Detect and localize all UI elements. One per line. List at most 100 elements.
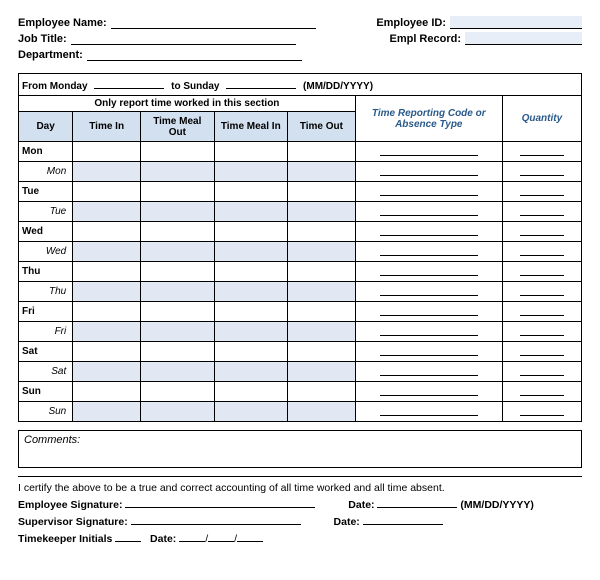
time-cell[interactable] bbox=[141, 402, 214, 422]
time-cell[interactable] bbox=[73, 162, 141, 182]
qty-cell[interactable] bbox=[502, 242, 581, 262]
emp-date-input[interactable] bbox=[377, 497, 457, 508]
code-cell[interactable] bbox=[355, 182, 502, 202]
time-cell[interactable] bbox=[288, 262, 356, 282]
time-cell[interactable] bbox=[73, 302, 141, 322]
time-cell[interactable] bbox=[214, 382, 287, 402]
tk-initials-input[interactable] bbox=[115, 531, 141, 542]
time-cell[interactable] bbox=[288, 242, 356, 262]
time-cell[interactable] bbox=[141, 242, 214, 262]
time-cell[interactable] bbox=[73, 322, 141, 342]
tk-date-mm[interactable] bbox=[179, 531, 205, 542]
time-cell[interactable] bbox=[288, 382, 356, 402]
tk-date-yy[interactable] bbox=[237, 531, 263, 542]
code-cell[interactable] bbox=[355, 362, 502, 382]
time-cell[interactable] bbox=[214, 282, 287, 302]
time-cell[interactable] bbox=[288, 322, 356, 342]
time-cell[interactable] bbox=[214, 202, 287, 222]
time-cell[interactable] bbox=[141, 342, 214, 362]
time-cell[interactable] bbox=[214, 322, 287, 342]
time-cell[interactable] bbox=[288, 282, 356, 302]
qty-cell[interactable] bbox=[502, 362, 581, 382]
emp-sig-input[interactable] bbox=[125, 497, 315, 508]
qty-cell[interactable] bbox=[502, 402, 581, 422]
qty-cell[interactable] bbox=[502, 162, 581, 182]
time-cell[interactable] bbox=[288, 142, 356, 162]
employee-name-input[interactable] bbox=[111, 16, 316, 29]
qty-cell[interactable] bbox=[502, 302, 581, 322]
time-cell[interactable] bbox=[141, 282, 214, 302]
time-cell[interactable] bbox=[141, 262, 214, 282]
sup-date-input[interactable] bbox=[363, 514, 443, 525]
sup-sig-input[interactable] bbox=[131, 514, 301, 525]
code-cell[interactable] bbox=[355, 382, 502, 402]
code-cell[interactable] bbox=[355, 262, 502, 282]
time-cell[interactable] bbox=[141, 222, 214, 242]
time-cell[interactable] bbox=[214, 162, 287, 182]
time-cell[interactable] bbox=[141, 362, 214, 382]
time-cell[interactable] bbox=[214, 342, 287, 362]
time-cell[interactable] bbox=[141, 202, 214, 222]
qty-cell[interactable] bbox=[502, 382, 581, 402]
empl-record-input[interactable] bbox=[465, 32, 582, 45]
code-cell[interactable] bbox=[355, 282, 502, 302]
qty-cell[interactable] bbox=[502, 142, 581, 162]
time-cell[interactable] bbox=[288, 362, 356, 382]
time-cell[interactable] bbox=[141, 322, 214, 342]
time-cell[interactable] bbox=[73, 262, 141, 282]
code-cell[interactable] bbox=[355, 142, 502, 162]
tk-date-dd[interactable] bbox=[208, 531, 234, 542]
time-cell[interactable] bbox=[214, 402, 287, 422]
comments-box[interactable]: Comments: bbox=[18, 430, 582, 468]
time-cell[interactable] bbox=[141, 142, 214, 162]
time-cell[interactable] bbox=[73, 382, 141, 402]
from-date-input[interactable] bbox=[94, 78, 164, 89]
time-cell[interactable] bbox=[73, 342, 141, 362]
time-cell[interactable] bbox=[73, 222, 141, 242]
time-cell[interactable] bbox=[73, 182, 141, 202]
code-cell[interactable] bbox=[355, 222, 502, 242]
job-title-input[interactable] bbox=[71, 32, 296, 45]
time-cell[interactable] bbox=[141, 182, 214, 202]
department-input[interactable] bbox=[87, 48, 302, 61]
time-cell[interactable] bbox=[214, 142, 287, 162]
qty-cell[interactable] bbox=[502, 322, 581, 342]
time-cell[interactable] bbox=[214, 262, 287, 282]
time-cell[interactable] bbox=[141, 162, 214, 182]
time-cell[interactable] bbox=[73, 362, 141, 382]
time-cell[interactable] bbox=[214, 182, 287, 202]
employee-id-input[interactable] bbox=[450, 16, 582, 29]
time-cell[interactable] bbox=[288, 162, 356, 182]
time-cell[interactable] bbox=[73, 242, 141, 262]
time-cell[interactable] bbox=[288, 202, 356, 222]
time-cell[interactable] bbox=[288, 182, 356, 202]
code-cell[interactable] bbox=[355, 162, 502, 182]
time-cell[interactable] bbox=[288, 222, 356, 242]
time-cell[interactable] bbox=[214, 362, 287, 382]
to-date-input[interactable] bbox=[226, 78, 296, 89]
qty-cell[interactable] bbox=[502, 202, 581, 222]
code-cell[interactable] bbox=[355, 322, 502, 342]
qty-cell[interactable] bbox=[502, 282, 581, 302]
code-cell[interactable] bbox=[355, 342, 502, 362]
code-cell[interactable] bbox=[355, 402, 502, 422]
qty-cell[interactable] bbox=[502, 182, 581, 202]
code-cell[interactable] bbox=[355, 242, 502, 262]
time-cell[interactable] bbox=[141, 382, 214, 402]
time-cell[interactable] bbox=[288, 302, 356, 322]
time-cell[interactable] bbox=[73, 202, 141, 222]
time-cell[interactable] bbox=[214, 222, 287, 242]
time-cell[interactable] bbox=[214, 242, 287, 262]
time-cell[interactable] bbox=[214, 302, 287, 322]
time-cell[interactable] bbox=[141, 302, 214, 322]
qty-cell[interactable] bbox=[502, 222, 581, 242]
qty-cell[interactable] bbox=[502, 342, 581, 362]
qty-cell[interactable] bbox=[502, 262, 581, 282]
time-cell[interactable] bbox=[288, 342, 356, 362]
time-cell[interactable] bbox=[288, 402, 356, 422]
code-cell[interactable] bbox=[355, 302, 502, 322]
time-cell[interactable] bbox=[73, 142, 141, 162]
time-cell[interactable] bbox=[73, 402, 141, 422]
time-cell[interactable] bbox=[73, 282, 141, 302]
code-cell[interactable] bbox=[355, 202, 502, 222]
